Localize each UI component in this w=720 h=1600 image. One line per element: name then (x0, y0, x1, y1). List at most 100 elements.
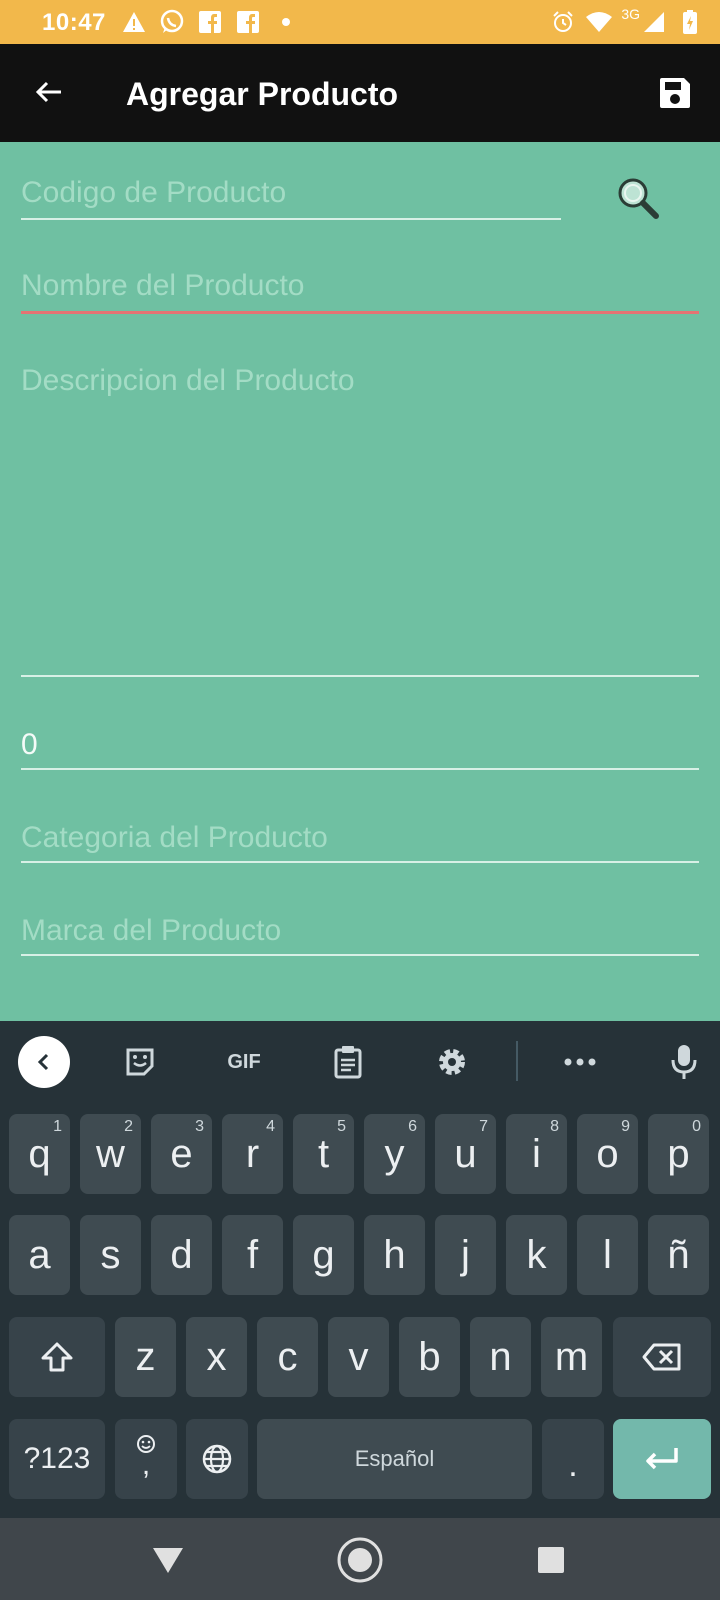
language-key[interactable] (186, 1419, 248, 1499)
collapse-button[interactable] (18, 1036, 70, 1088)
alarm-icon (549, 8, 577, 36)
key-label: a (28, 1232, 51, 1277)
dot-icon (272, 8, 300, 36)
space-key[interactable]: Español (257, 1419, 532, 1499)
save-button[interactable] (652, 70, 698, 116)
key-e[interactable]: e3 (151, 1114, 212, 1194)
enter-key[interactable] (613, 1419, 711, 1499)
key-y[interactable]: y6 (364, 1114, 425, 1194)
key-l[interactable]: l (577, 1215, 638, 1295)
key-o[interactable]: o9 (577, 1114, 638, 1194)
key-m[interactable]: m (541, 1317, 602, 1397)
categoria-field[interactable]: Categoria del Producto (21, 817, 699, 863)
signal-icon (640, 8, 668, 36)
symbols-label: ?123 (23, 1442, 91, 1475)
key-d[interactable]: d (151, 1215, 212, 1295)
key-f[interactable]: f (222, 1215, 283, 1295)
key-c[interactable]: c (257, 1317, 318, 1397)
back-button[interactable] (26, 69, 72, 115)
key-a[interactable]: a (9, 1215, 70, 1295)
symbols-key[interactable]: ?123 (9, 1419, 105, 1499)
key-h[interactable]: h (364, 1215, 425, 1295)
key-label: d (170, 1232, 193, 1277)
enter-icon (646, 1448, 678, 1470)
mic-icon (671, 1045, 697, 1079)
precio-field[interactable]: 0 (21, 724, 699, 770)
key-t[interactable]: t5 (293, 1114, 354, 1194)
key-i[interactable]: i8 (506, 1114, 567, 1194)
backspace-key[interactable] (613, 1317, 711, 1397)
key-x[interactable]: x (186, 1317, 247, 1397)
nombre-field[interactable]: Nombre del Producto (21, 263, 699, 315)
key-label: k (526, 1232, 547, 1277)
nombre-underline (21, 311, 699, 314)
key-q[interactable]: q1 (9, 1114, 70, 1194)
sticker-button[interactable] (114, 1036, 166, 1088)
mic-button[interactable] (658, 1036, 710, 1088)
period-key[interactable]: . (542, 1419, 604, 1499)
key-label: i (532, 1131, 541, 1176)
settings-button[interactable] (426, 1036, 478, 1088)
chevron-left-icon (37, 1053, 49, 1071)
categoria-underline (21, 861, 699, 863)
status-time: 10:47 (42, 9, 106, 36)
key-label: t (317, 1131, 330, 1176)
key-ñ[interactable]: ñ (648, 1215, 709, 1295)
key-label: o (596, 1131, 619, 1176)
keyboard-toolbar: GIF (0, 1021, 720, 1101)
key-label: u (454, 1131, 477, 1176)
key-k[interactable]: k (506, 1215, 567, 1295)
key-label: y (384, 1131, 405, 1176)
key-label: r (245, 1131, 260, 1176)
key-v[interactable]: v (328, 1317, 389, 1397)
key-w[interactable]: w2 (80, 1114, 141, 1194)
key-g[interactable]: g (293, 1215, 354, 1295)
precio-value: 0 (21, 728, 38, 761)
key-hint: 3 (195, 1118, 204, 1135)
key-r[interactable]: r4 (222, 1114, 283, 1194)
search-button[interactable] (612, 172, 664, 224)
globe-icon (202, 1444, 232, 1474)
descripcion-underline (21, 675, 699, 677)
key-n[interactable]: n (470, 1317, 531, 1397)
key-u[interactable]: u7 (435, 1114, 496, 1194)
page-title: Agregar Producto (126, 76, 399, 112)
clipboard-button[interactable] (322, 1036, 374, 1088)
key-p[interactable]: p0 (648, 1114, 709, 1194)
nav-back-button[interactable] (146, 1538, 190, 1582)
key-b[interactable]: b (399, 1317, 460, 1397)
more-button[interactable] (554, 1036, 606, 1088)
notification-icons (120, 8, 300, 36)
magnifier-icon (618, 178, 659, 219)
facebook-icon (234, 8, 262, 36)
recents-square-icon (538, 1547, 564, 1573)
key-j[interactable]: j (435, 1215, 496, 1295)
key-label: n (489, 1334, 512, 1379)
status-bar: 10:47 3G (0, 0, 720, 44)
whatsapp-icon (158, 8, 186, 36)
home-circle-icon (337, 1537, 383, 1583)
battery-icon (676, 8, 704, 36)
key-hint: 9 (621, 1118, 630, 1135)
gif-label: GIF (227, 1050, 261, 1073)
key-label: v (348, 1334, 369, 1379)
key-z[interactable]: z (115, 1317, 176, 1397)
shift-key[interactable] (9, 1317, 105, 1397)
nombre-placeholder: Nombre del Producto (21, 269, 305, 302)
codigo-field[interactable]: Codigo de Producto (21, 170, 561, 222)
descripcion-field[interactable]: Descripcion del Producto (21, 356, 699, 680)
gif-button[interactable]: GIF (216, 1036, 272, 1088)
marca-placeholder: Marca del Producto (21, 914, 282, 947)
key-label: q (28, 1131, 51, 1176)
emoji-comma-key[interactable]: , (115, 1419, 177, 1499)
key-hint: 4 (266, 1118, 275, 1135)
app-toolbar: Agregar Producto (0, 44, 720, 142)
key-label: s (100, 1232, 121, 1277)
marca-field[interactable]: Marca del Producto (21, 910, 699, 956)
nav-home-button[interactable] (336, 1536, 384, 1584)
key-label: ñ (667, 1232, 690, 1277)
backspace-icon (642, 1343, 681, 1371)
back-triangle-icon (153, 1548, 183, 1573)
key-s[interactable]: s (80, 1215, 141, 1295)
nav-recents-button[interactable] (529, 1538, 573, 1582)
